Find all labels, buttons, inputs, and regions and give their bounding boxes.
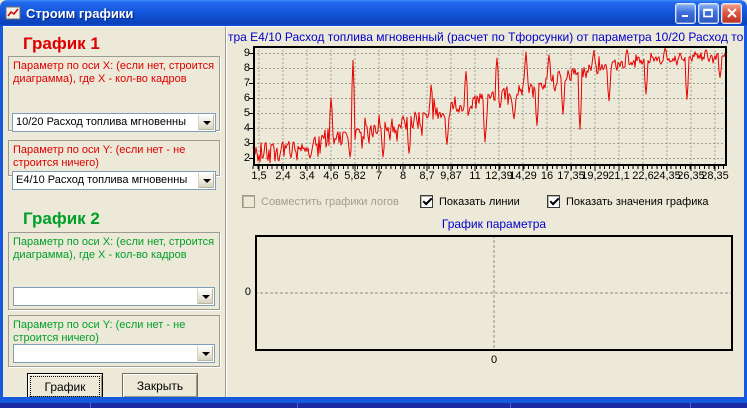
close-icon[interactable] bbox=[721, 3, 742, 24]
param-chart-x-zero-label: 0 bbox=[486, 354, 502, 366]
chevron-down-icon[interactable] bbox=[198, 172, 215, 189]
x-tick-label: 28,35 bbox=[701, 170, 729, 182]
graph2-y-combobox[interactable] bbox=[13, 344, 215, 363]
y-tick-label: 2 bbox=[227, 152, 250, 164]
graph2-heading: График 2 bbox=[23, 209, 100, 229]
graph1-x-combobox[interactable]: 10/20 Расход топлива мгновенны bbox=[12, 113, 216, 132]
graph1-y-label: Параметр по оси Y: (если нет - не строит… bbox=[9, 141, 219, 170]
graph1-y-combo-holder: Е4/10 Расход топлива мгновенны bbox=[8, 169, 220, 193]
y-tick-label: 8 bbox=[227, 62, 250, 74]
x-tick-label: 11 bbox=[469, 170, 480, 182]
checkbox-show-values-box[interactable] bbox=[547, 195, 560, 208]
checkbox-combine-logs-box bbox=[242, 195, 255, 208]
checkbox-show-lines-label: Показать линии bbox=[439, 196, 520, 208]
close-dialog-button-label: Закрыть bbox=[125, 376, 195, 395]
controls-panel: График 1 Параметр по оси X: (если нет, с… bbox=[3, 26, 226, 397]
y-tick-label: 9 bbox=[227, 47, 250, 59]
chevron-down-icon[interactable] bbox=[197, 288, 214, 305]
window-left-border bbox=[0, 26, 3, 397]
y-tick-label: 4 bbox=[227, 122, 250, 134]
x-tick-label: 22,6 bbox=[632, 170, 653, 182]
graph2-x-label: Параметр по оси X: (если нет, строится д… bbox=[9, 233, 219, 262]
checkbox-show-values[interactable]: Показать значения графика bbox=[547, 194, 709, 209]
y-tick-label: 7 bbox=[227, 77, 250, 89]
x-tick-label: 9,87 bbox=[440, 170, 461, 182]
minimize-button[interactable] bbox=[675, 3, 696, 24]
charts-area: тра Е4/10 Расход топлива мгновенный (рас… bbox=[227, 26, 744, 397]
graph1-x-combobox-value: 10/20 Расход топлива мгновенны bbox=[13, 114, 198, 131]
x-tick-label: 8 bbox=[400, 170, 406, 182]
x-tick-label: 2,4 bbox=[275, 170, 290, 182]
graph2-x-group: Параметр по оси X: (если нет, строится д… bbox=[8, 232, 220, 310]
graph1-heading: График 1 bbox=[23, 34, 100, 54]
window-title: Строим графики bbox=[26, 6, 673, 21]
graph2-y-group: Параметр по оси Y: (если нет - не строит… bbox=[8, 315, 220, 367]
graph2-y-label: Параметр по оси Y: (если нет - не строит… bbox=[9, 316, 219, 345]
app-window: Строим графики График 1 Параметр по оси … bbox=[0, 0, 747, 408]
x-tick-label: 19,29 bbox=[581, 170, 609, 182]
param-chart-plot bbox=[255, 235, 733, 351]
background-window-strip bbox=[0, 403, 747, 408]
main-chart-plot bbox=[253, 46, 727, 173]
app-icon bbox=[5, 5, 21, 21]
checkbox-show-lines[interactable]: Показать линии bbox=[420, 194, 520, 209]
param-chart-title: График параметра bbox=[255, 217, 733, 231]
plot-button[interactable]: График bbox=[27, 373, 103, 398]
x-tick-label: 8,7 bbox=[419, 170, 434, 182]
y-tick-label: 5 bbox=[227, 107, 250, 119]
graph1-y-combobox[interactable]: Е4/10 Расход топлива мгновенны bbox=[12, 171, 216, 190]
x-tick-label: 14,29 bbox=[509, 170, 537, 182]
close-dialog-button[interactable]: Закрыть bbox=[122, 373, 198, 398]
x-tick-label: 21,1 bbox=[608, 170, 629, 182]
graph1-y-combobox-value: Е4/10 Расход топлива мгновенны bbox=[13, 172, 198, 189]
checkbox-show-values-label: Показать значения графика bbox=[566, 196, 709, 208]
checkbox-combine-logs-label: Совместить графики логов bbox=[261, 196, 399, 208]
chevron-down-icon[interactable] bbox=[198, 114, 215, 131]
plot-button-label: График bbox=[30, 376, 100, 397]
chevron-down-icon[interactable] bbox=[197, 345, 214, 362]
x-tick-label: 4,6 bbox=[323, 170, 338, 182]
x-tick-label: 16 bbox=[541, 170, 553, 182]
maximize-button[interactable] bbox=[698, 3, 719, 24]
graph2-x-combobox-value bbox=[14, 288, 197, 305]
graph2-x-combobox[interactable] bbox=[13, 287, 215, 306]
graph1-x-label: Параметр по оси X: (если нет, строится д… bbox=[9, 57, 219, 86]
titlebar[interactable]: Строим графики bbox=[0, 0, 747, 26]
param-chart-y-zero-label: 0 bbox=[235, 286, 251, 298]
checkbox-combine-logs: Совместить графики логов bbox=[242, 194, 399, 209]
x-tick-label: 3,4 bbox=[299, 170, 314, 182]
y-tick-label: 3 bbox=[227, 137, 250, 149]
y-tick-label: 6 bbox=[227, 92, 250, 104]
x-tick-label: 5,82 bbox=[344, 170, 365, 182]
checkbox-show-lines-box[interactable] bbox=[420, 195, 433, 208]
graph2-y-combobox-value bbox=[14, 345, 197, 362]
main-chart-title: тра Е4/10 Расход топлива мгновенный (рас… bbox=[228, 30, 744, 44]
x-tick-label: 1,5 bbox=[251, 170, 266, 182]
graph1-x-combo-holder: 10/20 Расход топлива мгновенны bbox=[8, 111, 220, 135]
x-tick-label: 7 bbox=[376, 170, 382, 182]
